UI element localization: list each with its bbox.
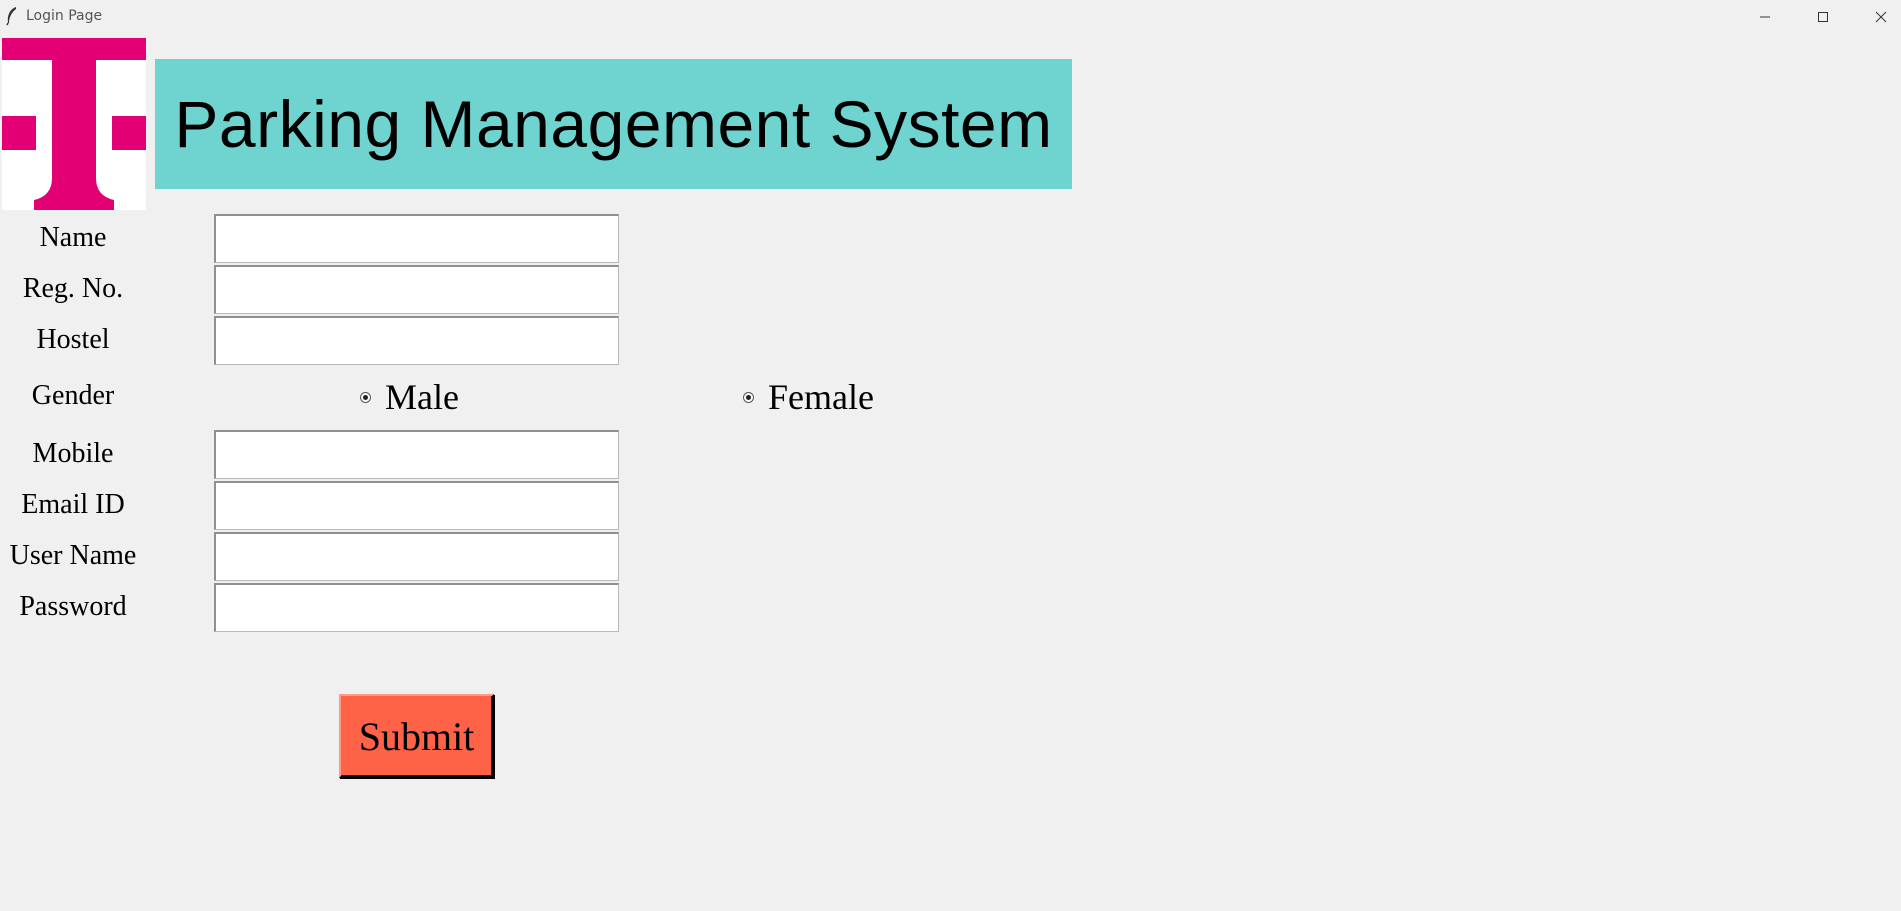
name-field[interactable] <box>214 214 619 263</box>
radio-button-icon[interactable] <box>743 391 754 403</box>
page-title: Parking Management System <box>174 87 1053 161</box>
feather-icon <box>4 6 20 26</box>
mobile-label: Mobile <box>32 438 114 469</box>
mobile-field[interactable] <box>214 430 619 479</box>
female-radio-label: Female <box>768 377 874 417</box>
radio-button-icon[interactable] <box>360 391 371 403</box>
minimize-button[interactable] <box>1736 0 1794 34</box>
name-label: Name <box>39 222 107 253</box>
maximize-icon <box>1817 8 1829 27</box>
male-radio-label: Male <box>385 377 459 417</box>
submit-button[interactable]: Submit <box>339 694 494 778</box>
female-radio[interactable]: Female <box>743 376 874 418</box>
close-button[interactable] <box>1852 0 1901 34</box>
email-field[interactable] <box>214 481 619 530</box>
reg-no-field[interactable] <box>214 265 619 314</box>
close-icon <box>1875 8 1887 27</box>
gender-label: Gender <box>31 380 115 411</box>
telekom-logo-icon <box>2 38 146 210</box>
maximize-button[interactable] <box>1794 0 1852 34</box>
reg-no-label: Reg. No. <box>22 273 124 304</box>
header-banner: Parking Management System <box>155 59 1072 189</box>
minimize-icon <box>1759 8 1771 27</box>
username-label: User Name <box>9 540 137 571</box>
password-label: Password <box>19 591 127 622</box>
male-radio[interactable]: Male <box>360 376 459 418</box>
username-field[interactable] <box>214 532 619 581</box>
email-label: Email ID <box>21 489 125 520</box>
window-title: Login Page <box>26 8 103 24</box>
hostel-field[interactable] <box>214 316 619 365</box>
title-bar: Login Page <box>0 0 1901 34</box>
app-window: Login Page Parking Management System Nam… <box>0 0 1901 911</box>
password-field[interactable] <box>214 583 619 632</box>
hostel-label: Hostel <box>36 324 110 355</box>
